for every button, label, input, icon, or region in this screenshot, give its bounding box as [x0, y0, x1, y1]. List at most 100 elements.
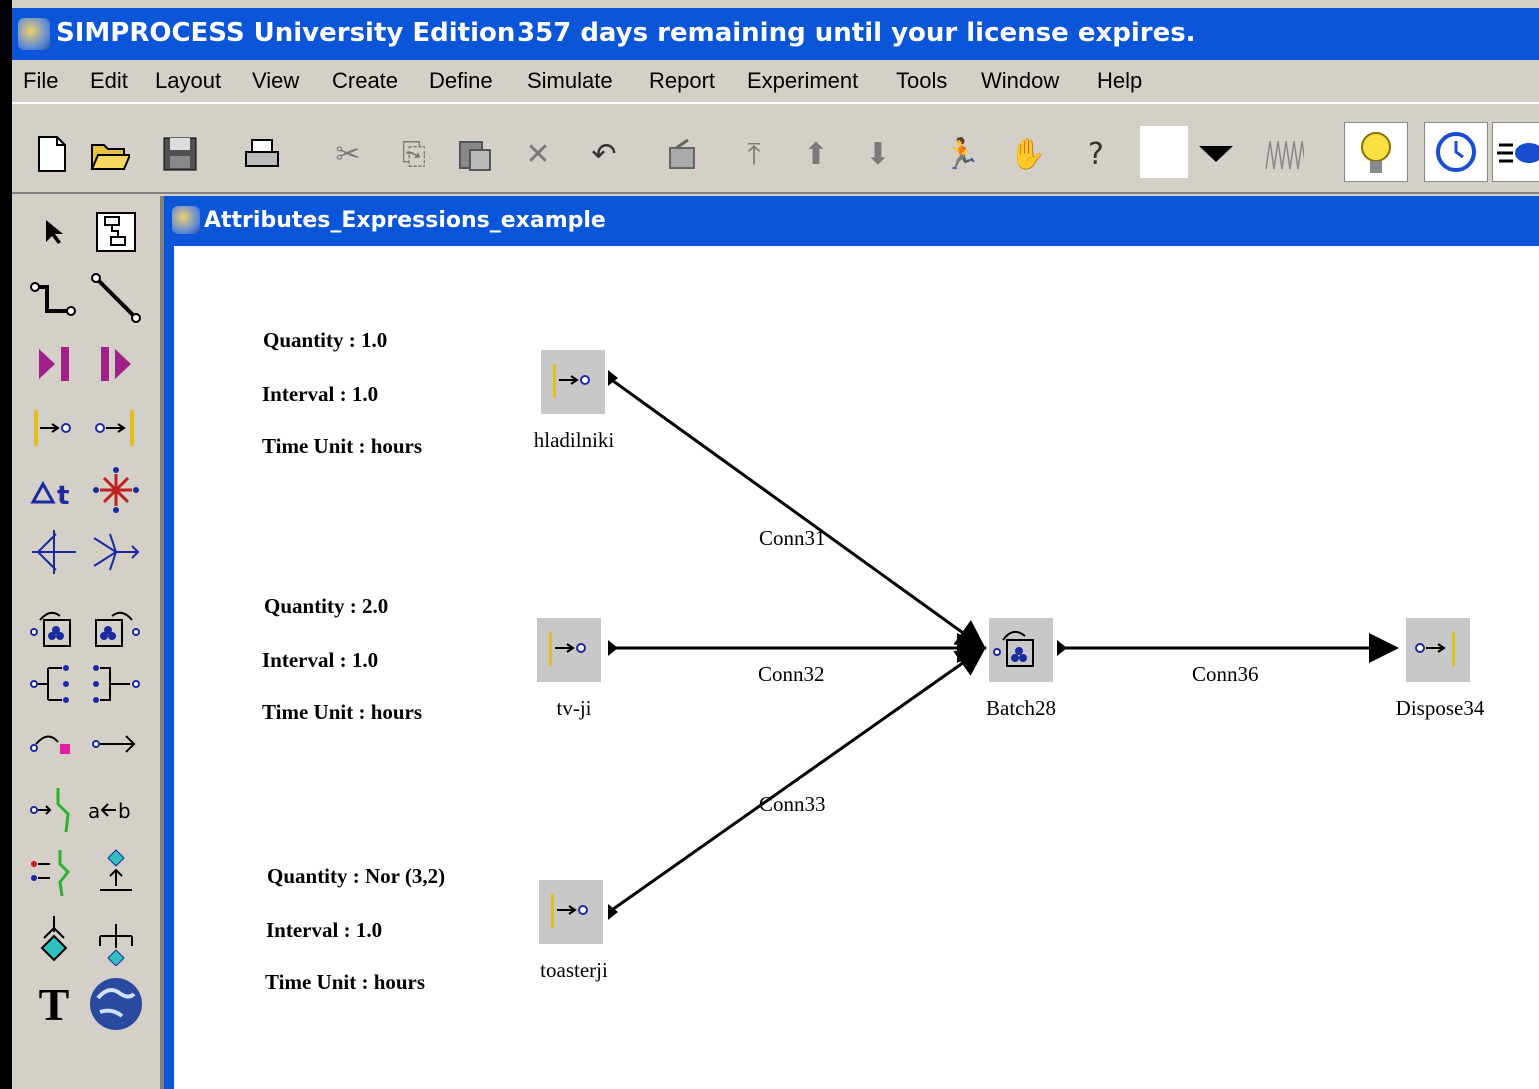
delete-icon[interactable]: ✕ — [518, 134, 558, 174]
model-canvas[interactable]: Quantity : 1.0 Interval : 1.0 Time Unit … — [174, 246, 1539, 1089]
pause-icon[interactable] — [88, 336, 144, 392]
connector-conn33[interactable] — [608, 646, 987, 914]
gen1-interval: Interval : 1.0 — [262, 382, 379, 406]
decision-icon[interactable] — [26, 912, 82, 968]
svg-text:a: a — [88, 799, 100, 823]
gen2-time-unit: Time Unit : hours — [262, 700, 423, 724]
transform-icon[interactable] — [26, 716, 82, 772]
open-icon[interactable] — [90, 134, 130, 174]
node-label-batch: Batch28 — [986, 696, 1056, 720]
cut-icon[interactable]: ✂ — [328, 134, 368, 174]
app-icon — [18, 18, 50, 50]
merge-icon[interactable] — [88, 524, 144, 580]
synchronize-icon[interactable] — [26, 844, 82, 900]
color-swatch[interactable] — [1140, 126, 1188, 178]
generate-node-tv-ji[interactable] — [537, 618, 601, 682]
gen2-quantity: Quantity : 2.0 — [264, 594, 389, 618]
gate-icon[interactable] — [26, 782, 82, 838]
move-top-icon[interactable]: ⤒ — [734, 134, 774, 174]
gen1-quantity: Quantity : 1.0 — [263, 328, 388, 352]
trace-icon[interactable] — [1264, 134, 1304, 174]
menu-report[interactable]: Report — [649, 68, 715, 94]
speed-icon[interactable] — [1492, 122, 1539, 182]
properties-icon[interactable] — [662, 134, 702, 174]
menu-experiment[interactable]: Experiment — [747, 68, 858, 94]
play-icon[interactable] — [26, 336, 82, 392]
move-up-icon[interactable]: ⬆ — [796, 134, 836, 174]
menu-simulate[interactable]: Simulate — [527, 68, 613, 94]
free-icon[interactable] — [88, 912, 144, 968]
assemble-icon[interactable] — [26, 656, 82, 712]
delay-icon[interactable]: t — [26, 462, 82, 518]
model-title: Attributes_Expressions_example — [204, 208, 606, 233]
generate-node-toasterji[interactable] — [539, 880, 603, 944]
batch-icon[interactable] — [26, 600, 82, 656]
window-frame — [0, 0, 12, 1089]
assign-icon[interactable]: ab — [88, 782, 144, 838]
transfer-icon[interactable] — [88, 716, 144, 772]
disassemble-icon[interactable] — [88, 656, 144, 712]
gen3-interval: Interval : 1.0 — [266, 918, 383, 942]
conn-label-33: Conn33 — [759, 792, 826, 816]
gen3-quantity: Quantity : Nor (3,2) — [267, 864, 446, 888]
line-icon[interactable] — [88, 270, 144, 326]
connector-icon[interactable] — [26, 270, 82, 326]
conn-label-36: Conn36 — [1192, 662, 1259, 686]
menu-layout[interactable]: Layout — [155, 68, 221, 94]
generate-icon[interactable] — [26, 400, 82, 456]
svg-text:b: b — [118, 799, 131, 823]
save-icon[interactable] — [160, 134, 200, 174]
menu-view[interactable]: View — [252, 68, 299, 94]
dispose-icon[interactable] — [88, 400, 144, 456]
toolbar: ✂ ⎘ ✕ ↶ ⤒ ⬆ ⬇ 🏃 ✋ ? — [12, 102, 1539, 194]
copy-icon[interactable]: ⎘ — [394, 134, 434, 174]
menu-file[interactable]: File — [23, 68, 58, 94]
svg-text:t: t — [57, 481, 69, 510]
get-icon[interactable] — [88, 844, 144, 900]
pointer-icon[interactable] — [26, 204, 82, 260]
generate-node-hladilniki[interactable] — [541, 350, 605, 414]
node-label-dispose: Dispose34 — [1395, 696, 1485, 720]
split-icon[interactable] — [88, 462, 144, 518]
text-icon[interactable]: T — [26, 976, 82, 1032]
menu-help[interactable]: Help — [1097, 68, 1142, 94]
conn-label-32: Conn32 — [758, 662, 825, 686]
layout-icon[interactable] — [88, 204, 144, 260]
node-label-toasterji: toasterji — [540, 958, 608, 982]
menu-tools[interactable]: Tools — [896, 68, 947, 94]
title-bar[interactable]: SIMPROCESS University Edition 357 days r… — [12, 8, 1539, 60]
gen1-time-unit: Time Unit : hours — [262, 434, 423, 458]
gen2-interval: Interval : 1.0 — [262, 648, 379, 672]
connector-layer — [608, 370, 1399, 920]
conn-label-31: Conn31 — [759, 526, 826, 550]
unbatch-icon[interactable] — [88, 600, 144, 656]
node-label-tv-ji: tv-ji — [556, 696, 592, 720]
gen3-time-unit: Time Unit : hours — [265, 970, 426, 994]
menu-window[interactable]: Window — [981, 68, 1059, 94]
globe-icon[interactable] — [88, 976, 144, 1032]
dispose-node[interactable] — [1406, 618, 1470, 682]
stop-icon[interactable]: ✋ — [1008, 134, 1048, 174]
move-down-icon[interactable]: ⬇ — [858, 134, 898, 174]
license-notice: 357 days remaining until your license ex… — [517, 18, 1196, 48]
model-window-title-bar[interactable]: Attributes_Expressions_example — [168, 200, 1539, 244]
app-title: SIMPROCESS University Edition — [56, 18, 516, 48]
clock-icon[interactable] — [1424, 122, 1488, 182]
model-window-icon — [172, 206, 200, 234]
menu-create[interactable]: Create — [332, 68, 398, 94]
batch-node[interactable] — [989, 618, 1053, 682]
run-icon[interactable]: 🏃 — [942, 134, 982, 174]
menu-define[interactable]: Define — [429, 68, 493, 94]
bulb-icon[interactable] — [1344, 122, 1408, 182]
help-icon[interactable]: ? — [1076, 134, 1116, 174]
new-icon[interactable] — [32, 134, 72, 174]
branch-icon[interactable] — [26, 524, 82, 580]
dropdown-icon[interactable] — [1196, 134, 1236, 174]
paste-icon[interactable] — [454, 134, 494, 174]
menu-edit[interactable]: Edit — [90, 68, 128, 94]
tool-palette: t ab T — [12, 196, 160, 1089]
print-icon[interactable] — [242, 134, 282, 174]
undo-icon[interactable]: ↶ — [584, 134, 624, 174]
menu-bar: File Edit Layout View Create Define Simu… — [12, 60, 1539, 102]
connector-conn31[interactable] — [608, 376, 987, 650]
